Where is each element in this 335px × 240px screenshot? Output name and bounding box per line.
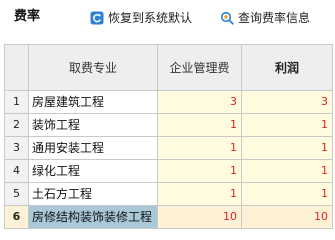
table-row[interactable]: 3 通用安装工程 1 1: [4, 136, 333, 160]
profit-cell[interactable]: 10: [241, 205, 333, 229]
table-row-selected[interactable]: 6 房修结构装饰装修工程 10 10: [4, 205, 333, 229]
profession-cell[interactable]: 房屋建筑工程: [28, 90, 158, 114]
management-fee-cell[interactable]: 3: [157, 90, 242, 114]
profit-cell[interactable]: 3: [241, 90, 333, 114]
row-number: 1: [4, 90, 29, 114]
management-fee-header[interactable]: 企业管理费: [157, 44, 242, 91]
profession-header[interactable]: 取费专业: [28, 44, 158, 91]
profession-cell[interactable]: 绿化工程: [28, 159, 158, 183]
row-number: 2: [4, 113, 29, 137]
profession-cell[interactable]: 装饰工程: [28, 113, 158, 137]
restore-default-label: 恢复到系统默认: [108, 11, 193, 25]
table-row[interactable]: 2 装饰工程 1 1: [4, 113, 333, 137]
query-rate-info-button[interactable]: 查询费率信息: [220, 9, 310, 27]
row-number: 4: [4, 159, 29, 183]
profession-cell[interactable]: 通用安装工程: [28, 136, 158, 160]
management-fee-cell[interactable]: 10: [157, 205, 242, 229]
search-icon: [220, 11, 234, 25]
profit-cell[interactable]: 1: [241, 136, 333, 160]
profession-cell[interactable]: 房修结构装饰装修工程: [28, 205, 158, 229]
table-row[interactable]: 5 土石方工程 1 1: [4, 182, 333, 206]
row-number: 6: [4, 205, 29, 229]
profit-cell[interactable]: 1: [241, 182, 333, 206]
query-rate-info-label: 查询费率信息: [238, 11, 311, 25]
profit-cell[interactable]: 1: [241, 113, 333, 137]
table-row[interactable]: 1 房屋建筑工程 3 3: [4, 90, 333, 114]
management-fee-cell[interactable]: 1: [157, 159, 242, 183]
row-number: 5: [4, 182, 29, 206]
table-header-row: 取费专业 企业管理费 利润: [4, 44, 333, 91]
profit-header[interactable]: 利润: [241, 44, 333, 91]
toolbar: 费率 恢复到系统默认 查询费率信息: [0, 0, 335, 36]
management-fee-cell[interactable]: 1: [157, 182, 242, 206]
management-fee-cell[interactable]: 1: [157, 136, 242, 160]
row-number-header: [4, 44, 29, 91]
restore-icon: [90, 11, 104, 25]
profession-cell[interactable]: 土石方工程: [28, 182, 158, 206]
rate-table: 取费专业 企业管理费 利润 1 房屋建筑工程 3 3 2 装饰工程 1 1 3 …: [4, 44, 333, 229]
table-row[interactable]: 4 绿化工程 1 1: [4, 159, 333, 183]
restore-default-button[interactable]: 恢复到系统默认: [90, 9, 192, 27]
row-number: 3: [4, 136, 29, 160]
panel-title: 费率: [14, 9, 41, 24]
profit-cell[interactable]: 1: [241, 159, 333, 183]
management-fee-cell[interactable]: 1: [157, 113, 242, 137]
